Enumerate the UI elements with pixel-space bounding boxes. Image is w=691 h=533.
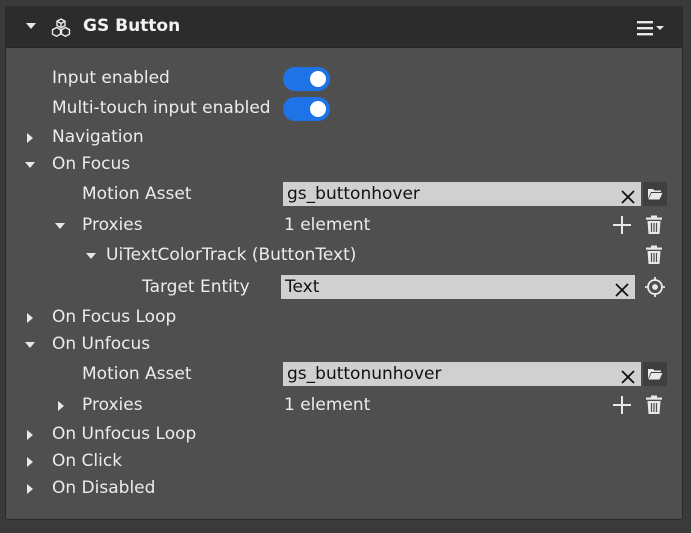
- expand-arrow-icon[interactable]: [27, 430, 33, 440]
- expand-arrow-icon[interactable]: [27, 133, 33, 143]
- collapse-caret-icon[interactable]: [26, 23, 36, 29]
- expand-arrow-icon[interactable]: [27, 457, 33, 467]
- on-focus-loop-label: On Focus Loop: [52, 307, 177, 327]
- proxies-label: Proxies: [82, 215, 143, 235]
- input-enabled-label: Input enabled: [52, 68, 170, 88]
- input-enabled-row: Input enabled: [6, 66, 682, 92]
- focus-motion-asset-row: Motion Asset gs_buttonhover: [6, 182, 682, 208]
- plus-icon[interactable]: [612, 215, 632, 240]
- unfocus-motion-asset-field[interactable]: gs_buttonunhover: [283, 362, 641, 386]
- trash-icon[interactable]: [644, 245, 664, 270]
- trash-icon[interactable]: [644, 215, 664, 240]
- collapse-arrow-icon[interactable]: [55, 223, 65, 229]
- target-entity-field[interactable]: Text: [281, 275, 635, 299]
- target-entity-row: Target Entity Text: [6, 275, 682, 301]
- track-label: UiTextColorTrack (ButtonText): [106, 245, 357, 265]
- browse-asset-button[interactable]: [643, 362, 667, 386]
- target-entity-value: Text: [285, 277, 320, 297]
- on-focus-label: On Focus: [52, 154, 131, 174]
- motion-asset-label: Motion Asset: [82, 184, 192, 204]
- trash-icon[interactable]: [644, 395, 664, 420]
- clear-x-icon[interactable]: [615, 280, 629, 297]
- on-click-row[interactable]: On Click: [6, 449, 682, 475]
- track-row: UiTextColorTrack (ButtonText): [6, 243, 682, 269]
- multitouch-label: Multi-touch input enabled: [52, 98, 271, 118]
- plus-icon[interactable]: [612, 395, 632, 420]
- on-focus-row[interactable]: On Focus: [6, 152, 682, 178]
- proxies-count: 1 element: [284, 395, 371, 415]
- expand-arrow-icon[interactable]: [27, 484, 33, 494]
- clear-x-icon[interactable]: [621, 187, 635, 204]
- target-entity-label: Target Entity: [142, 277, 250, 297]
- motion-asset-label: Motion Asset: [82, 364, 192, 384]
- expand-arrow-icon[interactable]: [58, 401, 64, 411]
- navigation-row[interactable]: Navigation: [6, 125, 682, 151]
- focus-motion-asset-field[interactable]: gs_buttonhover: [283, 182, 641, 206]
- component-header: GS Button: [6, 7, 682, 48]
- proxies-label: Proxies: [82, 395, 143, 415]
- cubes-icon: [50, 17, 72, 44]
- on-disabled-label: On Disabled: [52, 478, 156, 498]
- on-unfocus-loop-label: On Unfocus Loop: [52, 424, 197, 444]
- on-unfocus-row[interactable]: On Unfocus: [6, 332, 682, 358]
- component-title: GS Button: [83, 16, 181, 36]
- collapse-arrow-icon[interactable]: [25, 162, 35, 168]
- unfocus-proxies-row: Proxies 1 element: [6, 393, 682, 419]
- folder-open-icon: [648, 369, 663, 380]
- toggle-knob: [310, 71, 326, 87]
- expand-arrow-icon[interactable]: [27, 313, 33, 323]
- clear-x-icon[interactable]: [621, 367, 635, 384]
- hamburger-menu-icon[interactable]: [637, 18, 671, 38]
- navigation-label: Navigation: [52, 127, 144, 147]
- collapse-arrow-icon[interactable]: [25, 342, 35, 348]
- motion-asset-value: gs_buttonhover: [287, 184, 420, 204]
- crosshair-target-icon[interactable]: [644, 276, 666, 303]
- collapse-arrow-icon[interactable]: [86, 253, 96, 259]
- input-enabled-toggle[interactable]: [283, 67, 330, 91]
- on-disabled-row[interactable]: On Disabled: [6, 476, 682, 502]
- multitouch-toggle[interactable]: [283, 97, 330, 121]
- folder-open-icon: [648, 189, 663, 200]
- browse-asset-button[interactable]: [643, 182, 667, 206]
- motion-asset-value: gs_buttonunhover: [287, 364, 442, 384]
- on-click-label: On Click: [52, 451, 123, 471]
- focus-proxies-row: Proxies 1 element: [6, 213, 682, 239]
- on-focus-loop-row[interactable]: On Focus Loop: [6, 305, 682, 331]
- on-unfocus-loop-row[interactable]: On Unfocus Loop: [6, 422, 682, 448]
- proxies-count: 1 element: [284, 215, 371, 235]
- unfocus-motion-asset-row: Motion Asset gs_buttonunhover: [6, 362, 682, 388]
- component-card: GS Button Input enabled Multi-touch inpu…: [5, 6, 683, 520]
- multitouch-row: Multi-touch input enabled: [6, 96, 682, 122]
- on-unfocus-label: On Unfocus: [52, 334, 151, 354]
- toggle-knob: [310, 101, 326, 117]
